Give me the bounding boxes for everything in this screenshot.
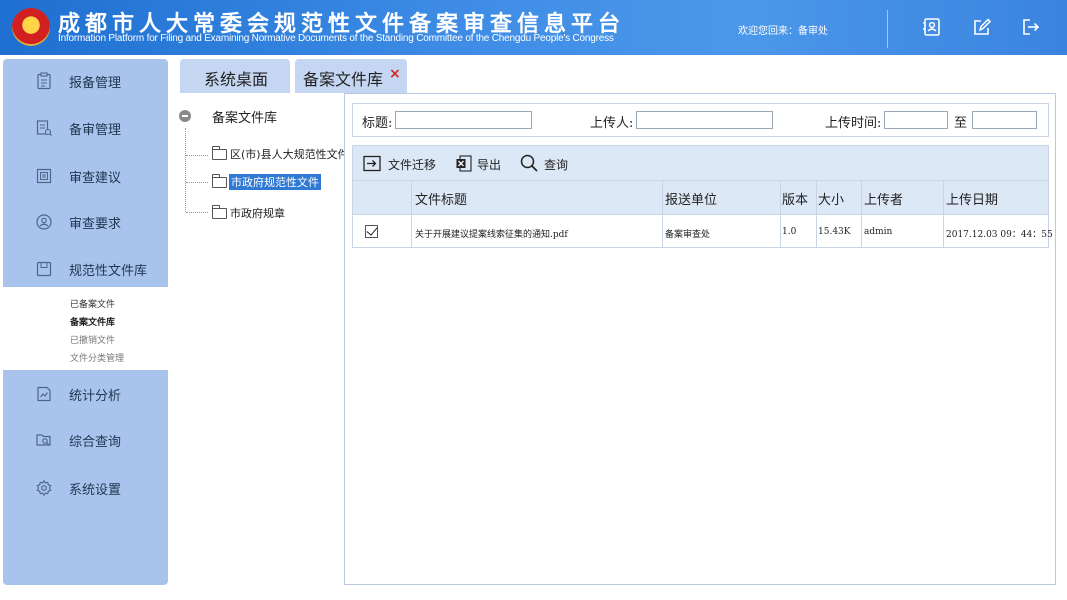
tree-connector <box>186 212 208 213</box>
tree-connector <box>185 128 186 212</box>
header-divider <box>887 10 888 48</box>
tree-node-district-congress-documents[interactable]: 区(市)县人大规范性文件 <box>230 146 349 162</box>
sidebar-item-statistics[interactable]: 统计分析 <box>3 372 168 418</box>
search-folder-icon <box>36 434 51 446</box>
cell-size: 15.43K <box>818 227 851 237</box>
tree-node-municipal-government-rules[interactable]: 市政府规章 <box>230 205 285 221</box>
app-header: ★ 成都市人大常委会规范性文件备案审查信息平台 Information Plat… <box>0 0 1067 55</box>
archive-box-icon <box>36 261 52 277</box>
logout-icon[interactable] <box>1021 17 1041 37</box>
column-header-size[interactable]: 大小 <box>818 189 844 208</box>
sidebar-item-label: 审查要求 <box>69 217 122 232</box>
sidebar-item-label: 规范性文件库 <box>69 264 148 279</box>
submenu-item-category-management[interactable]: 文件分类管理 <box>70 351 124 364</box>
title-filter-label: 标题: <box>362 116 393 131</box>
export-button-label: 导出 <box>477 158 502 172</box>
submenu-item-filing-library[interactable]: 备案文件库 <box>70 315 115 328</box>
sidebar-item-label: 统计分析 <box>69 389 122 404</box>
title-filter-input[interactable] <box>395 111 532 129</box>
column-header-title[interactable]: 文件标题 <box>415 189 467 208</box>
review-document-icon <box>36 120 52 136</box>
submenu-item-revoked-documents[interactable]: 已撤销文件 <box>70 333 115 346</box>
suggestion-icon <box>36 168 52 184</box>
sidebar-item-review-requirements[interactable]: 审查要求 <box>3 200 168 246</box>
sidebar-item-review-suggestions[interactable]: 审查建议 <box>3 154 168 200</box>
tree-node-municipal-government-documents[interactable]: 市政府规范性文件 <box>229 174 321 190</box>
column-divider <box>943 181 944 247</box>
sidebar-item-label: 报备管理 <box>69 76 122 91</box>
sidebar-item-label: 审查建议 <box>69 171 122 186</box>
migrate-button[interactable]: 文件迁移 <box>363 154 439 174</box>
upload-time-to-input[interactable] <box>972 111 1037 129</box>
welcome-text: 欢迎您回来：备审处 <box>738 26 828 37</box>
submenu-item-filed-documents[interactable]: 已备案文件 <box>70 297 115 310</box>
export-button[interactable]: 导出 <box>456 154 506 174</box>
sidebar-item-filing-management[interactable]: 报备管理 <box>3 59 168 105</box>
folder-icon <box>212 174 227 188</box>
sidebar-item-comprehensive-query[interactable]: 综合查询 <box>3 418 168 464</box>
tab-label: 系统桌面 <box>204 70 269 89</box>
query-button-label: 查询 <box>544 158 569 172</box>
column-header-version[interactable]: 版本 <box>782 189 808 208</box>
cell-version: 1.0 <box>782 227 797 237</box>
tree-connector <box>186 182 208 183</box>
column-header-uploader[interactable]: 上传者 <box>864 189 903 208</box>
tab-system-desktop[interactable]: 系统桌面 <box>180 59 290 93</box>
sidebar-item-review-management[interactable]: 备审管理 <box>3 106 168 152</box>
column-divider <box>861 181 862 247</box>
date-range-separator: 至 <box>954 116 968 131</box>
row-checkbox[interactable] <box>365 225 378 238</box>
column-header-unit[interactable]: 报送单位 <box>665 189 717 208</box>
edit-icon[interactable] <box>972 17 992 37</box>
migrate-button-label: 文件迁移 <box>388 158 437 172</box>
file-table: 文件标题 报送单位 版本 大小 上传者 上传日期 关于开展建议提案线索征集的通知… <box>352 180 1053 248</box>
column-divider <box>662 181 663 247</box>
search-icon <box>520 154 538 172</box>
gear-icon <box>36 479 52 497</box>
national-emblem-icon: ★ <box>12 8 50 46</box>
sidebar-item-label: 系统设置 <box>69 483 122 498</box>
tab-label: 备案文件库 <box>303 70 384 89</box>
excel-icon <box>456 155 472 172</box>
sidebar-item-system-settings[interactable]: 系统设置 <box>3 466 168 512</box>
cell-unit: 备案审查处 <box>665 230 711 240</box>
sidebar-item-label: 备审管理 <box>69 123 122 138</box>
upload-time-from-input[interactable] <box>884 111 948 129</box>
app-subtitle: Information Platform for Filing and Exam… <box>58 33 614 44</box>
column-divider <box>816 181 817 247</box>
chart-document-icon <box>37 386 51 402</box>
column-divider <box>780 181 781 247</box>
sidebar: 报备管理 备审管理 审查建议 审查要求 规范性文件库 已备案文件 备案文件库 已… <box>3 59 168 585</box>
library-submenu: 已备案文件 备案文件库 已撤销文件 文件分类管理 <box>3 287 168 370</box>
contacts-icon[interactable] <box>922 17 942 37</box>
column-divider <box>411 181 412 247</box>
uploader-filter-label: 上传人: <box>590 116 634 131</box>
upload-time-filter-label: 上传时间: <box>825 116 882 131</box>
tab-close-icon[interactable]: × <box>389 66 401 82</box>
cell-uploader: admin <box>864 227 893 237</box>
uploader-filter-input[interactable] <box>636 111 773 129</box>
collapse-icon[interactable] <box>179 110 191 122</box>
tree-connector <box>186 155 208 156</box>
cell-title[interactable]: 关于开展建议提案线索征集的通知.pdf <box>415 227 568 240</box>
tree-root-label[interactable]: 备案文件库 <box>212 107 277 126</box>
query-button[interactable]: 查询 <box>520 154 570 174</box>
sidebar-item-label: 综合查询 <box>69 435 122 450</box>
folder-icon <box>212 205 227 219</box>
folder-icon <box>212 146 227 160</box>
clipboard-icon <box>37 72 51 90</box>
column-header-date[interactable]: 上传日期 <box>946 189 998 208</box>
file-migrate-icon <box>363 155 381 172</box>
cell-date: 2017.12.03 09：44：55 <box>946 230 1053 240</box>
user-circle-icon <box>36 214 52 230</box>
